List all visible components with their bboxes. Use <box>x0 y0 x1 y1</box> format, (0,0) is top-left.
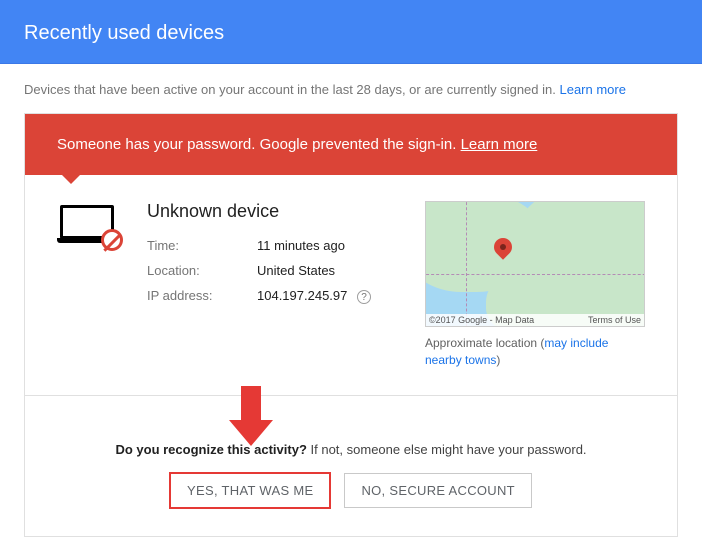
blocked-badge-icon <box>101 229 123 251</box>
device-title: Unknown device <box>147 201 425 222</box>
prompt-warning: If not, someone else might have your pas… <box>307 442 587 457</box>
subtext-row: Devices that have been active on your ac… <box>0 64 702 97</box>
subtext: Devices that have been active on your ac… <box>24 82 559 97</box>
help-icon[interactable]: ? <box>357 290 371 304</box>
annotation-arrow-icon <box>231 386 271 446</box>
location-map[interactable]: ©2017 Google - Map Data Terms of Use <box>425 201 645 327</box>
map-caption: Approximate location (may include nearby… <box>425 335 645 369</box>
alert-text: Someone has your password. Google preven… <box>57 136 461 153</box>
page-header: Recently used devices <box>0 0 702 64</box>
alert-learn-more-link[interactable]: Learn more <box>461 136 538 153</box>
device-card: Someone has your password. Google preven… <box>24 113 678 537</box>
yes-that-was-me-button[interactable]: Yes, that was me <box>170 473 330 508</box>
time-value: 11 minutes ago <box>257 238 345 253</box>
unknown-device-icon <box>57 205 117 247</box>
map-terms-link[interactable]: Terms of Use <box>588 315 641 325</box>
no-secure-account-button[interactable]: No, secure account <box>344 473 531 508</box>
map-attribution: ©2017 Google - Map Data <box>429 315 534 325</box>
ip-label: IP address: <box>147 288 257 304</box>
alert-banner: Someone has your password. Google preven… <box>25 114 677 175</box>
location-value: United States <box>257 263 335 278</box>
map-pin-icon <box>494 238 512 256</box>
prompt-section: Do you recognize this activity? If not, … <box>25 396 677 536</box>
ip-value: 104.197.245.97 <box>257 288 347 303</box>
page-title: Recently used devices <box>24 22 224 44</box>
learn-more-link[interactable]: Learn more <box>559 82 625 97</box>
alert-caret-icon <box>61 174 81 184</box>
location-label: Location: <box>147 263 257 278</box>
prompt-question: Do you recognize this activity? <box>115 442 306 457</box>
time-label: Time: <box>147 238 257 253</box>
